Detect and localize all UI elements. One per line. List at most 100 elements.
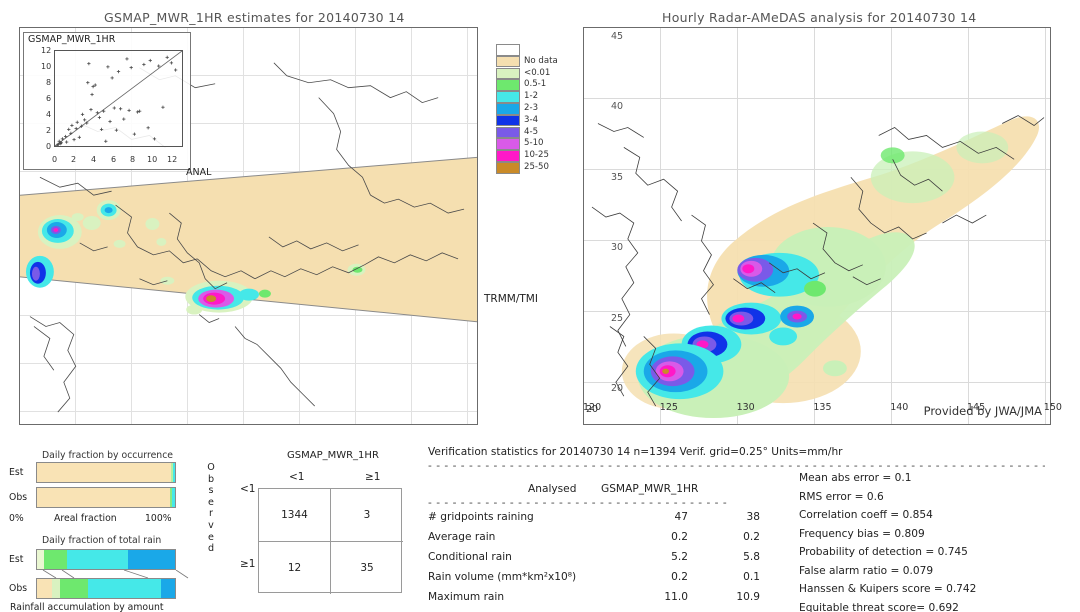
trmm-tmi-label: TRMM/TMI bbox=[484, 293, 538, 305]
contingency-side-char: b bbox=[207, 473, 215, 485]
bar-segment-1-0-0 bbox=[37, 550, 44, 569]
scatter-point-26 bbox=[97, 115, 102, 120]
verification-score-6: Hanssen & Kuipers score = 0.742 bbox=[799, 583, 977, 595]
colorbar-swatch-3 bbox=[496, 79, 520, 91]
scatter-xtick-12: 12 bbox=[167, 155, 178, 164]
scatter-inset-label: GSMAP_MWR_1HR bbox=[28, 34, 116, 45]
contingency-table: 1344 3 12 35 bbox=[258, 488, 403, 594]
scatter-point-52 bbox=[174, 68, 178, 72]
scatter-point-10 bbox=[70, 123, 74, 128]
scatter-point-7 bbox=[64, 140, 69, 144]
bar-segment-0-1-2 bbox=[172, 488, 175, 507]
verification-col-header-1: GSMAP_MWR_1HR bbox=[601, 483, 699, 495]
right-map-xtick-140: 140 bbox=[890, 402, 909, 413]
scatter-ytick-2: 2 bbox=[46, 126, 52, 135]
right-map-ytick-20: 20 bbox=[611, 383, 624, 394]
verification-score-7: Equitable threat score= 0.692 bbox=[799, 601, 959, 612]
colorbar-swatch-0 bbox=[496, 44, 520, 56]
scatter-xtick-8: 8 bbox=[130, 155, 136, 164]
scatter-point-39 bbox=[127, 108, 131, 113]
verification-rule-top: - - - - - - - - - - - - - - - - - - - - … bbox=[428, 460, 1045, 472]
colorbar-swatch-1 bbox=[496, 55, 520, 68]
colorbar-label-10: 25-50 bbox=[524, 162, 549, 172]
colorbar-swatch-8 bbox=[496, 138, 520, 150]
verification-score-0: Mean abs error = 0.1 bbox=[799, 472, 912, 484]
verification-row-model-1: 0.2 bbox=[743, 531, 760, 543]
scatter-point-8 bbox=[67, 127, 71, 132]
verification-row-model-4: 10.9 bbox=[736, 591, 760, 603]
verification-col-header-0: Analysed bbox=[528, 483, 577, 495]
colorbar-label-2: <0.01 bbox=[524, 67, 551, 78]
scatter-xtick-10: 10 bbox=[147, 155, 158, 164]
scatter-point-31 bbox=[108, 119, 112, 124]
verification-row-label-2: Conditional rain bbox=[428, 551, 512, 563]
right-map-ytick-45: 45 bbox=[611, 30, 624, 42]
left-panel-title: GSMAP_MWR_1HR estimates for 20140730 14 bbox=[104, 10, 405, 25]
scatter-point-49 bbox=[161, 105, 165, 109]
colorbar-swatch-5 bbox=[496, 103, 520, 115]
bar-axis-min: 0% bbox=[9, 513, 24, 524]
scatter-point-16 bbox=[80, 112, 85, 116]
bar-row-label-0-1: Obs bbox=[9, 492, 28, 503]
right-map-xtick-150: 150 bbox=[1043, 402, 1062, 413]
bar-axis-label-0: Areal fraction bbox=[54, 513, 117, 524]
bar-axis-max: 100% bbox=[145, 513, 172, 524]
right-map-corner-tick: 20 bbox=[586, 404, 599, 415]
scatter-point-20 bbox=[87, 62, 91, 66]
bar-row-label-0-0: Est bbox=[9, 467, 24, 478]
radar-amedas-map[interactable]: Provided by JWA/JMA bbox=[583, 27, 1051, 425]
right-panel-title: Hourly Radar-AMeDAS analysis for 2014073… bbox=[662, 10, 977, 25]
contingency-col-header-0: <1 bbox=[289, 471, 305, 483]
contingency-cell-0-0: 1344 bbox=[281, 509, 308, 521]
verification-row-label-4: Maximum rain bbox=[428, 591, 505, 603]
scatter-point-38 bbox=[125, 57, 129, 61]
scatter-point-34 bbox=[114, 128, 119, 132]
colorbar-swatch-9 bbox=[496, 150, 520, 162]
verification-score-4: Probability of detection = 0.745 bbox=[799, 546, 968, 558]
scatter-xtick-2: 2 bbox=[71, 155, 77, 164]
bar-row-0-0 bbox=[36, 462, 176, 483]
scatter-point-17 bbox=[82, 118, 87, 122]
scatter-ytick-8: 8 bbox=[46, 78, 52, 87]
verification-row-label-3: Rain volume (mm*km²x10⁸) bbox=[428, 571, 577, 583]
bar-chart-title-1: Daily fraction of total rain bbox=[42, 535, 162, 546]
colorbar-label-1: No data bbox=[524, 55, 558, 66]
gsmap-estimate-map[interactable]: GSMAP_MWR_1HR 12 10 8 6 4 2 0 0 2 4 6 8 … bbox=[19, 27, 478, 425]
verification-row-analysed-3: 0.2 bbox=[671, 571, 688, 583]
bar-row-label-1-1: Obs bbox=[9, 583, 28, 594]
verification-row-analysed-0: 47 bbox=[674, 511, 688, 523]
bar-segment-1-0-1 bbox=[43, 550, 68, 569]
colorbar-label-9: 10-25 bbox=[524, 150, 549, 161]
right-map-xtick-125: 125 bbox=[659, 402, 678, 413]
colorbar-swatch-4 bbox=[496, 91, 520, 103]
scatter-ytick-12: 12 bbox=[41, 46, 52, 55]
scatter-point-23 bbox=[91, 84, 95, 89]
scatter-inset[interactable]: GSMAP_MWR_1HR 12 10 8 6 4 2 0 0 2 4 6 8 … bbox=[23, 32, 191, 170]
verification-row-model-2: 5.8 bbox=[743, 551, 760, 563]
scatter-xtick-6: 6 bbox=[111, 155, 117, 164]
verification-header: Verification statistics for 20140730 14 … bbox=[428, 446, 843, 458]
verification-row-label-1: Average rain bbox=[428, 531, 496, 543]
bar-segment-0-1-0 bbox=[37, 488, 171, 507]
precipitation-colorbar: No data <0.01 0.5-1 1-2 2-3 3-4 4-5 5-10 10-25 25… bbox=[496, 44, 566, 176]
contingency-row-header-1: ≥1 bbox=[240, 558, 256, 570]
scatter-ytick-10: 10 bbox=[41, 62, 52, 71]
colorbar-label-3: 0.5-1 bbox=[524, 79, 547, 90]
scatter-point-40 bbox=[129, 65, 133, 70]
contingency-side-char: d bbox=[207, 543, 215, 555]
colorbar-label-5: 2-3 bbox=[524, 103, 539, 113]
bar-row-label-1-0: Est bbox=[9, 554, 24, 565]
verification-row-analysed-4: 11.0 bbox=[664, 591, 688, 603]
scatter-point-32 bbox=[110, 76, 114, 80]
verification-row-model-3: 0.1 bbox=[743, 571, 760, 583]
scatter-point-51 bbox=[169, 61, 174, 65]
bar-row-0-1 bbox=[36, 487, 176, 508]
verification-row-model-0: 38 bbox=[746, 511, 760, 523]
scatter-point-44 bbox=[142, 62, 146, 67]
scatter-ytick-0: 0 bbox=[46, 142, 52, 151]
scatter-point-11 bbox=[72, 138, 76, 142]
contingency-side-char: e bbox=[208, 496, 214, 508]
scatter-plot-box bbox=[54, 50, 183, 147]
verification-score-2: Correlation coeff = 0.854 bbox=[799, 509, 933, 521]
verification-score-1: RMS error = 0.6 bbox=[799, 490, 884, 503]
